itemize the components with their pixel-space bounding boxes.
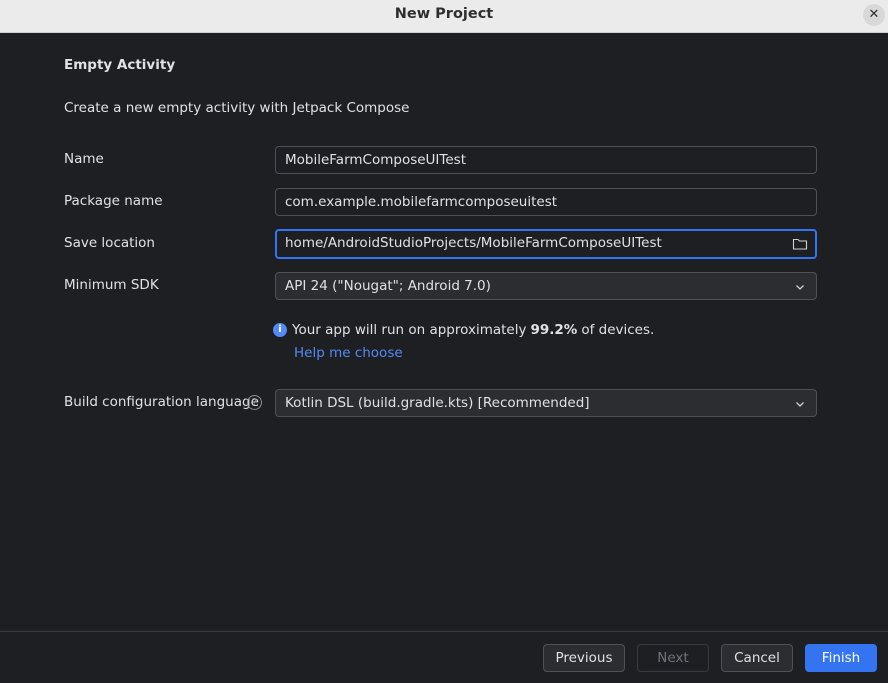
minimum-sdk-select[interactable]: API 24 ("Nougat"; Android 7.0): [275, 272, 817, 300]
coverage-suffix: of devices.: [581, 322, 655, 338]
minimum-sdk-value: API 24 ("Nougat"; Android 7.0): [285, 278, 491, 294]
package-name-value: com.example.mobilefarmcomposeuitest: [285, 194, 558, 210]
build-config-label: Build configuration language: [64, 394, 259, 410]
finish-button[interactable]: Finish: [805, 644, 877, 672]
window-title: New Project: [394, 6, 494, 22]
device-coverage-info: i Your app will run on approximately 99.…: [273, 322, 654, 338]
chevron-down-icon: [792, 396, 808, 412]
template-heading: Empty Activity: [64, 57, 176, 73]
template-description: Create a new empty activity with Jetpack…: [64, 100, 410, 116]
coverage-percent: 99.2%: [530, 322, 578, 338]
save-location-input[interactable]: home/AndroidStudioProjects/MobileFarmCom…: [275, 229, 817, 259]
dialog-footer: Previous Next Cancel Finish: [0, 631, 888, 683]
build-config-select[interactable]: Kotlin DSL (build.gradle.kts) [Recommend…: [275, 389, 817, 417]
next-button[interactable]: Next: [637, 644, 709, 672]
package-name-input[interactable]: com.example.mobilefarmcomposeuitest: [275, 188, 817, 216]
info-icon: i: [273, 323, 287, 337]
coverage-prefix: Your app will run on approximately: [292, 322, 527, 338]
close-icon[interactable]: ✕: [863, 4, 885, 26]
cancel-button[interactable]: Cancel: [721, 644, 793, 672]
previous-button[interactable]: Previous: [543, 644, 625, 672]
window-titlebar: New Project ✕: [0, 0, 888, 33]
name-label: Name: [64, 151, 104, 167]
folder-icon[interactable]: [792, 236, 808, 252]
help-me-choose-link[interactable]: Help me choose: [294, 345, 403, 361]
help-icon[interactable]: ?: [247, 395, 262, 410]
chevron-down-icon: [792, 279, 808, 295]
name-input[interactable]: MobileFarmComposeUITest: [275, 146, 817, 174]
package-name-label: Package name: [64, 193, 163, 209]
build-config-value: Kotlin DSL (build.gradle.kts) [Recommend…: [285, 395, 590, 411]
save-location-value: home/AndroidStudioProjects/MobileFarmCom…: [285, 235, 662, 251]
save-location-label: Save location: [64, 235, 155, 251]
new-project-form: Empty Activity Create a new empty activi…: [0, 33, 888, 631]
name-input-value: MobileFarmComposeUITest: [285, 152, 466, 168]
minimum-sdk-label: Minimum SDK: [64, 277, 159, 293]
